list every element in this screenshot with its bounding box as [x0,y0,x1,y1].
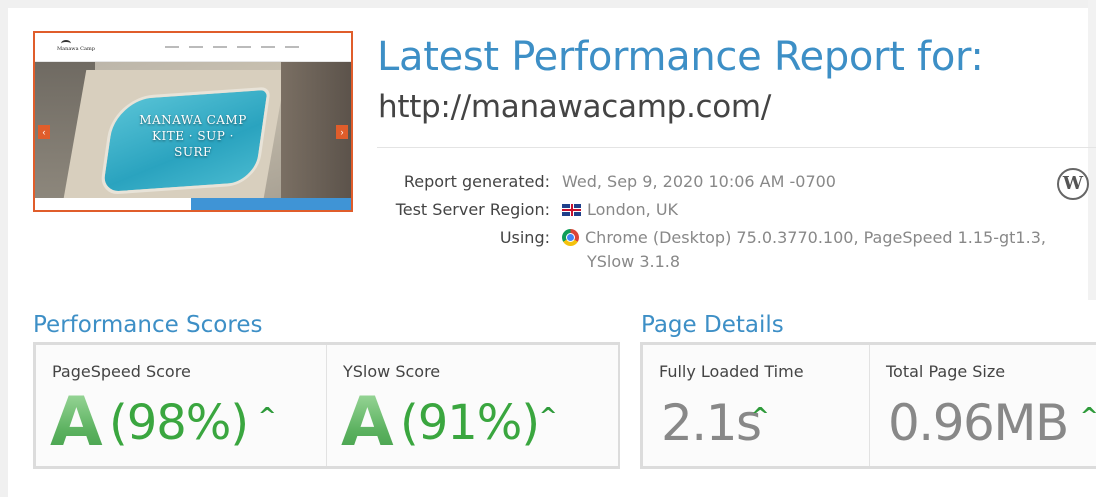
yslow-trend-up-icon: ^ [539,404,558,429]
pagespeed-trend-up-icon: ^ [258,404,277,429]
thumbnail-prev-arrow-icon: ‹ [38,125,50,139]
fully-loaded-time-card[interactable]: Fully Loaded Time 2.1s ^ [643,345,869,466]
pagespeed-score-label: PageSpeed Score [52,362,191,381]
yslow-score-card[interactable]: YSlow Score A (91%) ^ [326,345,618,466]
report-title: Latest Performance Report for: [377,34,984,80]
load-time-trend-up-icon: ^ [751,404,770,429]
wordpress-icon: W [1057,168,1089,200]
thumbnail-header: Manawa Camp [35,33,351,62]
pagespeed-score-card[interactable]: PageSpeed Score A (98%) ^ [36,345,326,466]
performance-scores-panel: PageSpeed Score A (98%) ^ YSlow Score A … [33,342,620,469]
yslow-percent: (91%) [400,395,540,451]
yslow-grade: A [341,383,394,462]
total-page-size-value: 0.96MB [888,394,1069,452]
thumbnail-hero-subtitle-2: SURF [174,145,212,159]
using-value-line-2: YSlow 3.1.8 [587,252,681,271]
test-region-value: London, UK [562,200,678,219]
test-region-label: Test Server Region: [395,200,550,219]
fully-loaded-time-value: 2.1s [661,394,762,452]
page-size-trend-up-icon: ^ [1080,404,1096,429]
uk-flag-icon [562,204,581,216]
fully-loaded-time-label: Fully Loaded Time [659,362,804,381]
using-label: Using: [499,228,550,247]
thumbnail-hero-title: MANAWA CAMP [139,113,247,127]
pagespeed-grade: A [50,383,103,462]
thumbnail-hero-subtitle: KITE · SUP · [152,129,234,143]
report-generated-label: Report generated: [403,172,550,191]
thumbnail-nav [165,46,299,48]
thumbnail-next-arrow-icon: › [336,125,348,139]
thumbnail-footer-strip [35,198,351,210]
header-divider [377,147,1096,148]
page-details-title: Page Details [641,312,784,338]
pagespeed-percent: (98%) [109,395,249,451]
performance-scores-title: Performance Scores [33,312,263,338]
thumbnail-logo: Manawa Camp [57,40,103,52]
total-page-size-label: Total Page Size [886,362,1006,381]
total-page-size-card[interactable]: Total Page Size 0.96MB ^ [869,345,1096,466]
report-generated-value: Wed, Sep 9, 2020 10:06 AM -0700 [562,172,836,191]
site-thumbnail[interactable]: Manawa Camp MANAWA CAMP KITE · SUP · SUR… [33,31,353,212]
yslow-score-label: YSlow Score [343,362,441,381]
chrome-icon [562,229,579,246]
page-details-panel: Fully Loaded Time 2.1s ^ Total Page Size… [640,342,1096,469]
report-url[interactable]: http://manawacamp.com/ [378,89,771,125]
using-value: Chrome (Desktop) 75.0.3770.100, PageSpee… [562,228,1046,247]
scroll-edge [1088,0,1096,300]
